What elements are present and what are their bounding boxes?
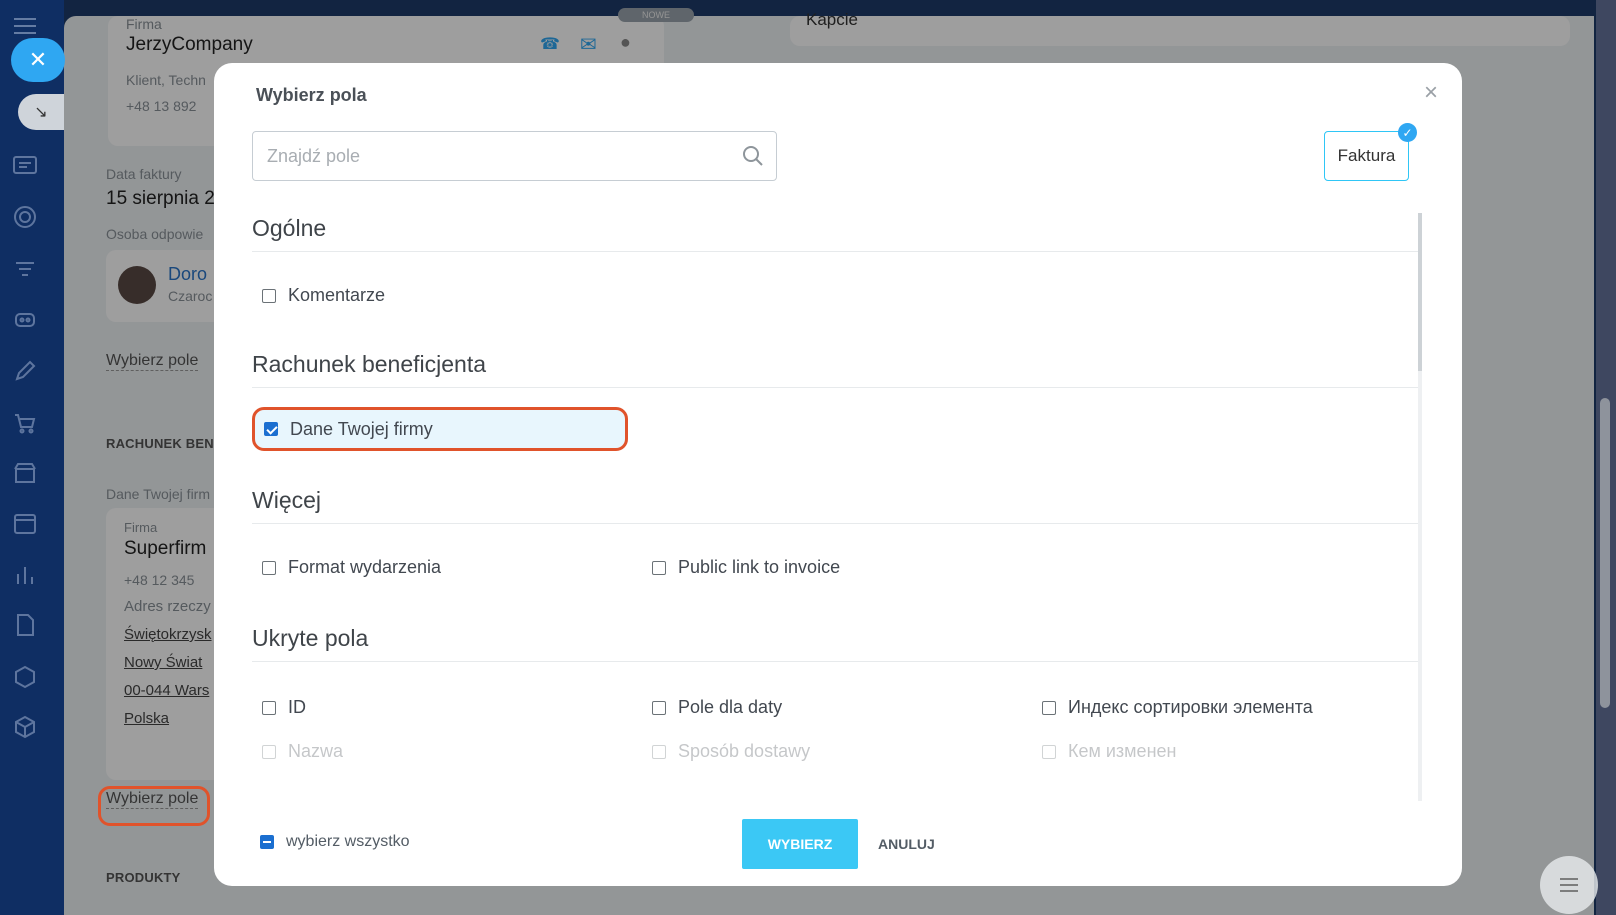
field-checkbox-id[interactable]: ID <box>262 697 306 718</box>
contacts-card-icon[interactable] <box>12 152 38 178</box>
store-icon[interactable] <box>12 460 38 486</box>
field-label: Komentarze <box>288 285 386 305</box>
dialog-title: Wybierz pola <box>256 85 367 105</box>
list-menu-button[interactable] <box>1540 856 1598 914</box>
field-label: Кем изменен <box>1068 741 1177 761</box>
checkbox-checked[interactable] <box>264 422 278 436</box>
close-slider-button[interactable]: ✕ <box>11 38 65 82</box>
checkbox[interactable] <box>262 744 276 759</box>
field-label: Dane Twojej firmy <box>290 418 433 439</box>
field-label: Sposób dostawy <box>678 741 811 761</box>
close-icon: ✕ <box>28 47 48 72</box>
section-title-beneficiary: Rachunek beneficjenta <box>252 351 486 377</box>
field-search <box>252 131 777 181</box>
field-checkbox-modified-by[interactable]: Кем изменен <box>1042 741 1176 762</box>
close-icon[interactable]: × <box>1424 79 1438 107</box>
collapse-slider-button[interactable]: ↘ <box>18 94 64 130</box>
select-all-label: wybierz wszystko <box>286 833 410 850</box>
field-label: ID <box>288 697 306 717</box>
field-label: Pole dla daty <box>678 697 783 717</box>
field-checkbox-public-link[interactable]: Public link to invoice <box>652 557 840 578</box>
hexagon-icon[interactable] <box>12 664 38 690</box>
field-checkbox-name[interactable]: Nazwa <box>262 741 343 762</box>
divider <box>252 661 1418 662</box>
divider <box>252 387 1418 388</box>
field-checkbox-event-format[interactable]: Format wydarzenia <box>262 557 441 578</box>
field-label: Public link to invoice <box>678 557 841 577</box>
field-checkbox-comments[interactable]: Komentarze <box>262 285 385 306</box>
robot-icon[interactable] <box>12 306 38 332</box>
select-button[interactable]: WYBIERZ <box>742 819 858 869</box>
divider <box>252 251 1418 252</box>
checkbox[interactable] <box>1042 744 1056 759</box>
choose-fields-dialog: Wybierz pola × Faktura ✓ Ogólne Komentar… <box>214 63 1462 886</box>
checkbox[interactable] <box>262 700 276 715</box>
list-icon <box>1560 878 1578 892</box>
field-label: Индекс сортировки элемента <box>1068 697 1313 717</box>
dialog-footer: wybierz wszystko WYBIERZ ANULUJ <box>214 805 1462 886</box>
document-edit-icon[interactable] <box>12 612 38 638</box>
left-sidebar <box>0 0 64 915</box>
field-label: Format wydarzenia <box>288 557 442 577</box>
checkbox[interactable] <box>262 560 276 575</box>
checkbox[interactable] <box>1042 700 1056 715</box>
section-title-general: Ogólne <box>252 215 327 241</box>
field-checkbox-delivery[interactable]: Sposób dostawy <box>652 741 810 762</box>
cancel-button[interactable]: ANULUJ <box>866 819 947 869</box>
analytics-icon[interactable] <box>12 562 38 588</box>
checkbox[interactable] <box>262 288 276 303</box>
page-scrollbar[interactable] <box>1596 0 1616 915</box>
section-title-more: Więcej <box>252 487 322 513</box>
checkbox[interactable] <box>652 560 666 575</box>
check-icon: ✓ <box>1398 123 1417 142</box>
highlight-frame <box>98 786 210 826</box>
chip-label: Faktura <box>1337 146 1396 165</box>
search-icon[interactable] <box>742 145 764 167</box>
calendar-icon[interactable] <box>12 510 38 536</box>
field-checkbox-date[interactable]: Pole dla daty <box>652 697 782 718</box>
field-checkbox-sort-index[interactable]: Индекс сортировки элемента <box>1042 697 1313 718</box>
scroll-thumb[interactable] <box>1600 398 1610 708</box>
arrow-down-right-icon: ↘ <box>34 104 48 121</box>
scroll-thumb[interactable] <box>1418 213 1422 371</box>
entity-chip-invoice[interactable]: Faktura ✓ <box>1324 123 1417 181</box>
menu-icon[interactable] <box>14 18 36 39</box>
checkbox[interactable] <box>652 744 666 759</box>
search-input[interactable] <box>253 132 713 180</box>
target-icon[interactable] <box>12 204 38 230</box>
cart-icon[interactable] <box>12 410 38 436</box>
field-label: Nazwa <box>288 741 344 761</box>
section-title-hidden: Ukryte pola <box>252 625 369 651</box>
list-scrollbar[interactable] <box>1418 213 1422 801</box>
pencil-icon[interactable] <box>12 358 38 384</box>
divider <box>252 523 1418 524</box>
checkbox-indeterminate[interactable] <box>260 835 274 849</box>
fields-list[interactable]: Ogólne Komentarze Rachunek beneficjenta … <box>252 213 1418 801</box>
select-all-toggle[interactable]: wybierz wszystko <box>260 833 410 851</box>
filter-icon[interactable] <box>12 256 38 282</box>
field-checkbox-own-company[interactable]: Dane Twojej firmy <box>252 407 628 451</box>
checkbox[interactable] <box>652 700 666 715</box>
box-icon[interactable] <box>12 714 38 740</box>
